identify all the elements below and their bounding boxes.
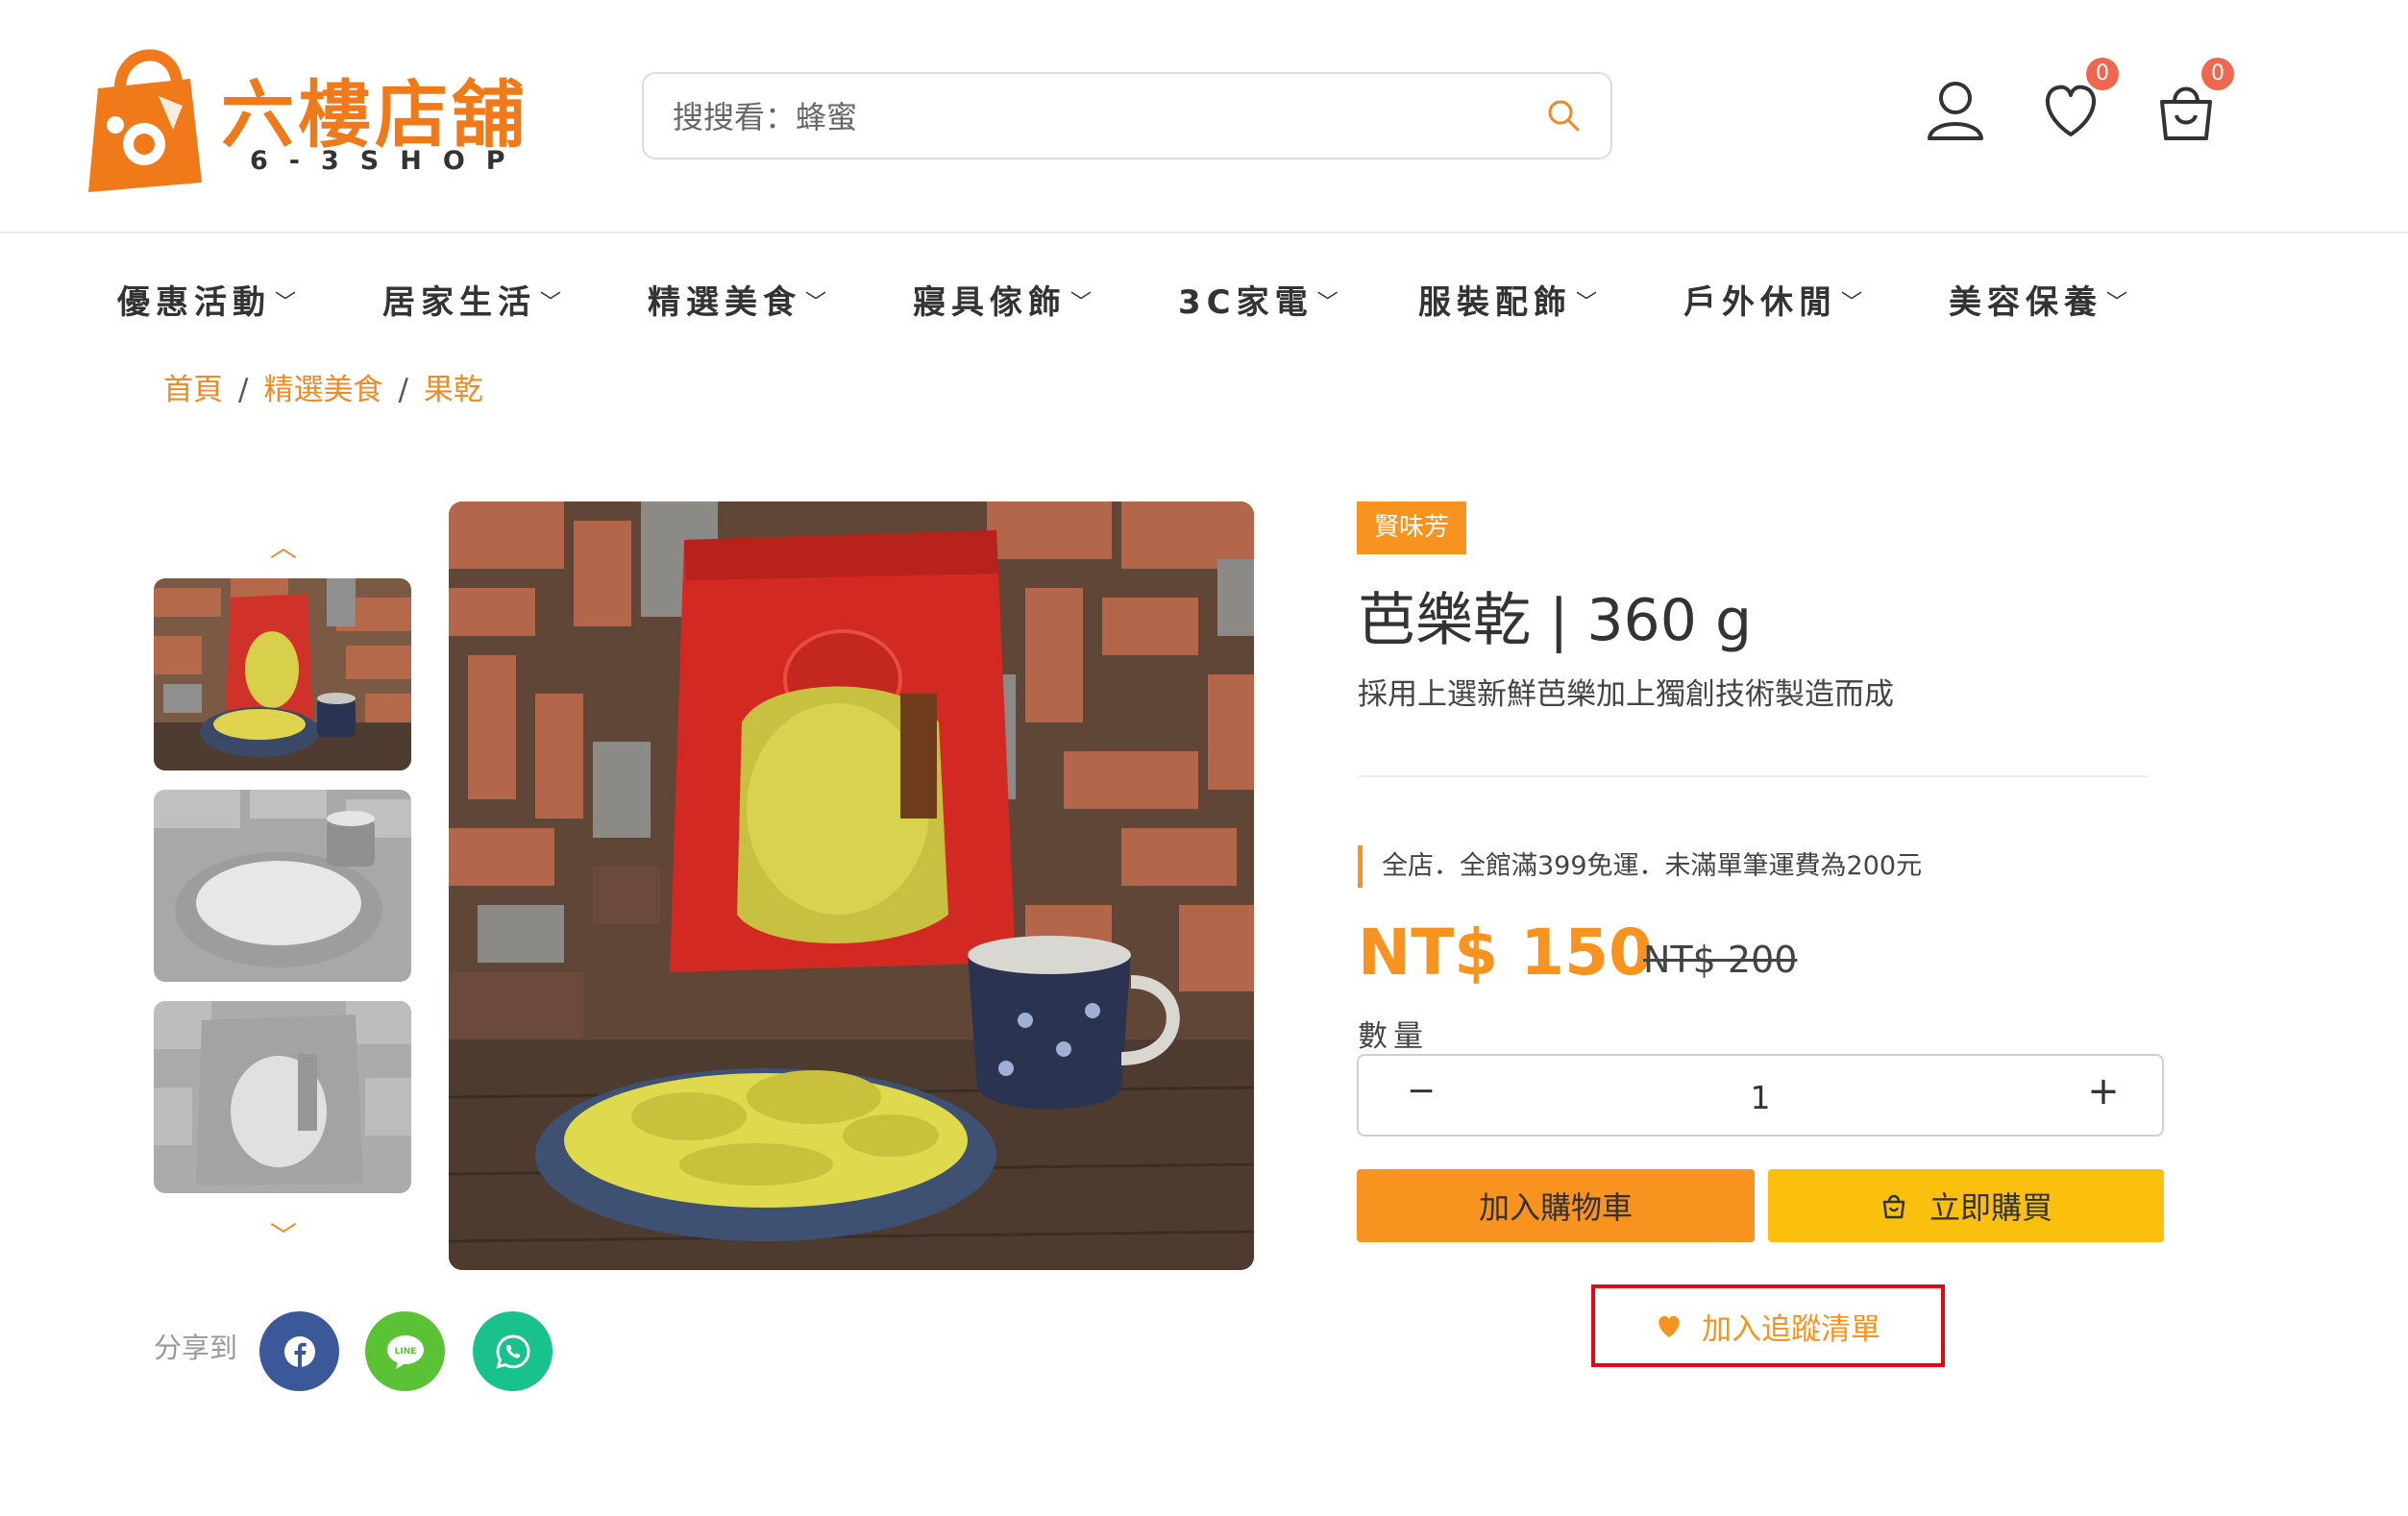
quantity-label: 數量 [1358,1019,1429,1054]
nav-item-electronics[interactable]: 3C家電 ﹀ [1178,276,1339,324]
chevron-down-icon: ﹀ [275,291,297,315]
product-main-image[interactable] [449,501,1254,1270]
whatsapp-share-button[interactable] [473,1311,553,1391]
nav-item-apparel[interactable]: 服裝配飾 ﹀ [1418,276,1597,324]
nav-item-beauty[interactable]: 美容保養 ﹀ [1949,276,2127,324]
chevron-down-icon: ﹀ [1841,291,1863,315]
chevron-down-icon: ﹀ [1316,291,1339,315]
user-account-icon[interactable] [1922,77,1989,144]
breadcrumb-separator: / [238,373,249,407]
vendor-tag[interactable]: 賢味芳 [1357,501,1467,554]
product-thumbnail-image [154,1001,411,1193]
nav-label: 優惠活動 [117,283,271,322]
chevron-down-icon: ﹀ [2106,291,2128,315]
chevron-down-icon: ﹀ [540,291,562,315]
search-box [642,72,1612,159]
site-logo[interactable]: 六樓店舖 6-3SHOP [77,38,548,197]
product-thumbnail-1[interactable] [154,578,411,770]
product-title: 芭樂乾 | 360 g [1358,587,1753,654]
add-to-wishlist-button[interactable]: 加入追蹤清單 [1595,1288,1941,1363]
nav-item-bedding[interactable]: 寢具傢飾 ﹀ [913,276,1092,324]
nav-item-outdoor[interactable]: 戶外休閒 ﹀ [1683,276,1862,324]
search-icon[interactable] [1545,97,1584,135]
facebook-share-button[interactable] [259,1311,339,1391]
highlight-box: 加入追蹤清單 [1591,1284,1945,1367]
nav-item-gourmet[interactable]: 精選美食 ﹀ [648,276,826,324]
breadcrumb-home-link[interactable]: 首頁 [163,373,223,407]
buy-now-label: 立即購買 [1929,1189,2052,1226]
facebook-icon [283,1335,315,1367]
sale-price: NT$ 150 [1358,916,1653,990]
product-thumbnail-image [154,578,411,770]
chevron-down-icon: ﹀ [1576,291,1598,315]
product-thumbnail-image [154,790,411,982]
shopping-bag-logo-icon [88,49,202,192]
product-thumbnail-3[interactable] [154,1001,411,1193]
product-thumbnail-2[interactable] [154,790,411,982]
add-to-cart-label: 加入購物車 [1478,1189,1633,1226]
site-header: 六樓店舖 6-3SHOP 0 0 [0,0,2408,233]
share-label: 分享到 [154,1332,238,1364]
brand-subtitle: 6-3SHOP [250,146,527,176]
gallery-up-arrow-icon[interactable]: ︿ [259,526,307,565]
gallery-down-arrow-icon[interactable]: ﹀ [259,1215,307,1254]
shipping-promo-text: 全店．全館滿399免運．未滿單筆運費為200元 [1358,845,1922,888]
quantity-increase-button[interactable]: + [2079,1069,2127,1117]
buy-now-button[interactable]: 立即購買 [1768,1169,2164,1242]
line-icon: LINE [386,1334,424,1369]
nav-label: 美容保養 [1949,283,2102,322]
nav-item-promotions[interactable]: 優惠活動 ﹀ [117,276,296,324]
wishlist-count-badge: 0 [2086,58,2119,90]
add-to-cart-button[interactable]: 加入購物車 [1357,1169,1755,1242]
breadcrumb-subcategory-link[interactable]: 果乾 [424,373,483,407]
heart-icon [1659,1315,1680,1337]
nav-label: 服裝配飾 [1418,283,1572,322]
nav-label: 精選美食 [648,283,801,322]
quantity-stepper: − + [1357,1054,2164,1137]
whatsapp-icon [495,1333,530,1369]
breadcrumb-category-link[interactable]: 精選美食 [263,373,382,407]
quantity-decrease-button[interactable]: − [1397,1071,1445,1119]
product-subtitle: 採用上選新鮮芭樂加上獨創技術製造而成 [1358,677,1894,712]
nav-label: 居家生活 [382,283,536,322]
original-price: NT$ 200 [1643,939,1798,981]
breadcrumb-separator: / [398,373,408,407]
line-share-button[interactable]: LINE [365,1311,445,1391]
nav-label: 3C家電 [1178,283,1314,322]
line-icon-text: LINE [394,1347,416,1357]
cart-count-badge: 0 [2201,58,2234,90]
quantity-input[interactable] [1714,1073,1806,1121]
add-to-wishlist-label: 加入追蹤清單 [1702,1311,1880,1347]
divider [1358,775,2148,777]
product-photo [449,501,1254,1270]
chevron-down-icon: ﹀ [805,291,827,315]
breadcrumb: 首頁 / 精選美食 / 果乾 [163,365,483,408]
search-input[interactable] [673,93,1518,141]
shopping-bag-icon [1882,1194,1905,1219]
chevron-down-icon: ﹀ [1070,291,1093,315]
nav-label: 寢具傢飾 [913,283,1067,322]
nav-label: 戶外休閒 [1683,283,1837,322]
main-navigation: 優惠活動 ﹀ 居家生活 ﹀ 精選美食 ﹀ 寢具傢飾 ﹀ 3C家電 ﹀ 服裝配飾 ﹀ 戶外休閒… [0,235,2408,360]
nav-item-home-living[interactable]: 居家生活 ﹀ [382,276,561,324]
